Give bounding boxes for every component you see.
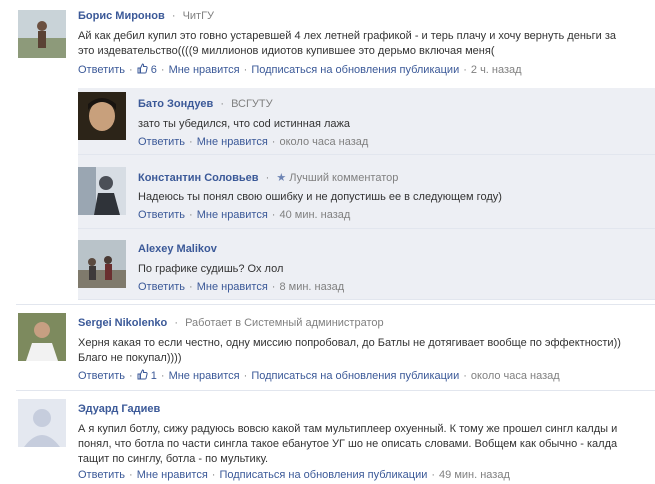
like-link[interactable]: Мне нравится	[197, 281, 268, 293]
timestamp[interactable]: около часа назад	[471, 370, 560, 382]
reply-link[interactable]: Ответить	[138, 281, 185, 293]
subscribe-link[interactable]: Подписаться на обновления публикации	[219, 469, 427, 481]
comment-text-line: А я купил ботлу, сижу радуюсь вовсю како…	[78, 423, 618, 435]
avatar[interactable]	[18, 399, 66, 447]
timestamp[interactable]: около часа назад	[279, 136, 368, 148]
comment-text-line: Благо не покупал))))	[78, 352, 182, 364]
author-name[interactable]: Бато Зондуев	[138, 98, 213, 110]
like-count[interactable]: 1	[137, 369, 157, 382]
avatar[interactable]	[78, 92, 126, 140]
avatar[interactable]	[78, 240, 126, 288]
reply-link[interactable]: Ответить	[78, 469, 125, 481]
avatar-photo	[78, 92, 126, 140]
timestamp[interactable]: 49 мин. назад	[439, 469, 510, 481]
comment-text-line: По графике судишь? Ох лол	[138, 263, 284, 275]
avatar-photo	[18, 313, 66, 361]
reply-link[interactable]: Ответить	[138, 136, 185, 148]
comment-text-line: Надеюсь ты понял свою ошибку и не допуст…	[138, 191, 502, 203]
comment-text-line: это издевательство((((9 миллионов идиото…	[78, 45, 495, 57]
subscribe-link[interactable]: Подписаться на обновления публикации	[251, 370, 459, 382]
reply-link[interactable]: Ответить	[78, 370, 125, 382]
avatar-photo	[78, 240, 126, 288]
comment-text-line: зато ты убедился, что cod истинная лажа	[138, 118, 350, 130]
avatar-photo	[18, 10, 66, 58]
reply-konstantin: Константин Соловьев · ★ Лучший комментат…	[78, 155, 655, 229]
comment-text-line: Херня какая то если честно, одну миссию …	[78, 337, 621, 349]
comment-text-line: понял, что ботла по части сингла такое е…	[78, 438, 618, 450]
author-name[interactable]: Борис Миронов	[78, 10, 165, 22]
avatar[interactable]	[78, 167, 126, 215]
author-name[interactable]: Sergei Nikolenko	[78, 317, 167, 329]
author-affiliation[interactable]: Работает в Системный администратор	[185, 317, 384, 329]
comment-boris: Борис Миронов · ЧитГУ Ай как дебил купил…	[0, 0, 655, 82]
author-name[interactable]: Эдуард Гадиев	[78, 403, 160, 415]
like-link[interactable]: Мне нравится	[169, 370, 240, 382]
subscribe-link[interactable]: Подписаться на обновления публикации	[251, 64, 459, 76]
comment-eduard: Эдуард Гадиев А я купил ботлу, сижу раду…	[0, 391, 655, 484]
author-affiliation[interactable]: ВСГУТУ	[231, 98, 273, 110]
timestamp[interactable]: 8 мин. назад	[279, 281, 344, 293]
reply-bato: Бато Зондуев · ВСГУТУ зато ты убедился, …	[78, 88, 655, 155]
reply-alexey: Alexey Malikov По графике судишь? Ох лол…	[78, 229, 655, 300]
author-badge: Лучший комментатор	[289, 172, 399, 184]
comment-sergei: Sergei Nikolenko · Работает в Системный …	[0, 305, 655, 389]
avatar[interactable]	[18, 313, 66, 361]
like-link[interactable]: Мне нравится	[169, 64, 240, 76]
reply-link[interactable]: Ответить	[138, 209, 185, 221]
author-affiliation[interactable]: ЧитГУ	[183, 10, 214, 22]
timestamp[interactable]: 40 мин. назад	[279, 209, 350, 221]
star-icon: ★	[276, 172, 287, 184]
reply-link[interactable]: Ответить	[78, 64, 125, 76]
like-link[interactable]: Мне нравится	[197, 209, 268, 221]
default-avatar-icon	[18, 399, 66, 447]
timestamp[interactable]: 2 ч. назад	[471, 64, 522, 76]
like-link[interactable]: Мне нравится	[197, 136, 268, 148]
comment-text-line: Ай как дебил купил это говно устаревшей …	[78, 30, 617, 42]
author-name[interactable]: Alexey Malikov	[138, 243, 217, 255]
comment-text-line: тащит по синглу, ботла - по мультику.	[78, 453, 269, 465]
author-name[interactable]: Константин Соловьев	[138, 172, 259, 184]
like-link[interactable]: Мне нравится	[137, 469, 208, 481]
like-count[interactable]: 6	[137, 63, 157, 76]
avatar-photo	[78, 167, 126, 215]
thumbs-up-icon	[137, 63, 148, 74]
avatar[interactable]	[18, 10, 66, 58]
thumbs-up-icon	[137, 369, 148, 380]
